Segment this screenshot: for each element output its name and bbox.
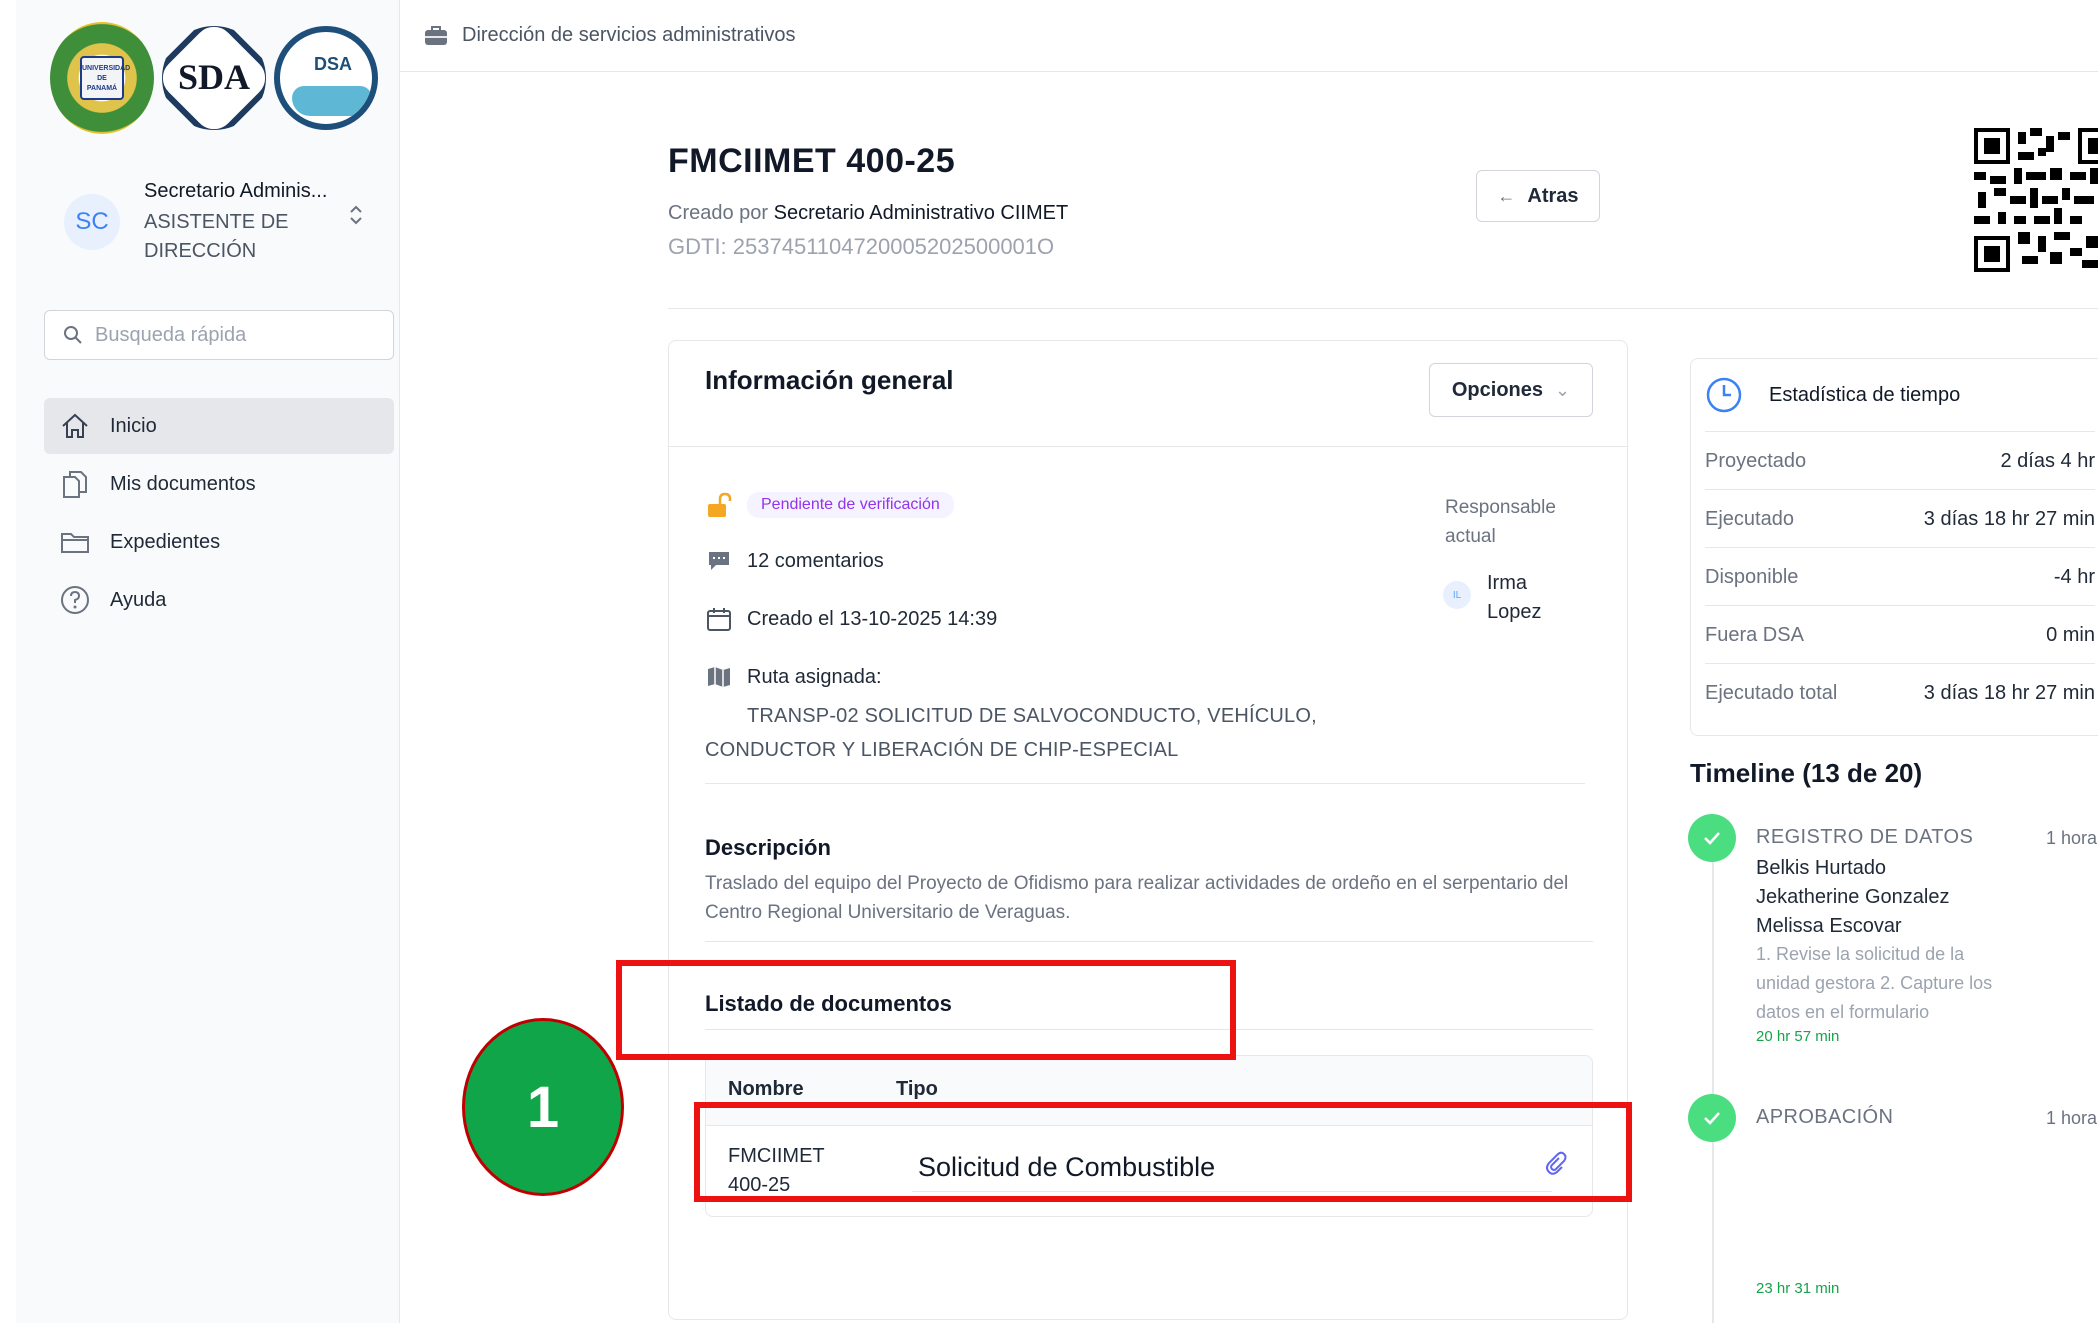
unlock-icon xyxy=(705,491,733,519)
stats-title: Estadística de tiempo xyxy=(1769,383,1961,406)
route-label: Ruta asignada: xyxy=(747,665,882,688)
column-header-tipo: Tipo xyxy=(896,1078,938,1100)
status-badge: Pendiente de verificación xyxy=(747,492,954,518)
check-icon xyxy=(1688,1094,1736,1142)
time-stats-card: Estadística de tiempo Proyectado 2 días 4… xyxy=(1690,358,2098,736)
responsible-label: Responsable actual xyxy=(1445,497,1556,547)
quick-search[interactable] xyxy=(44,310,394,360)
timeline-line xyxy=(1712,850,1714,1323)
sidebar: UNIVERSIDAD DE PANAMÁ SDA DSA SC Secreta… xyxy=(16,0,400,1323)
divider xyxy=(705,783,1585,784)
dsa-logo: DSA xyxy=(274,26,378,130)
topbar: Dirección de servicios administrativos xyxy=(400,0,2098,72)
timeline-step-people: Belkis Hurtado Jekatherine Gonzalez Meli… xyxy=(1756,857,1950,937)
back-button[interactable]: ← Atras xyxy=(1476,170,1600,222)
search-input[interactable] xyxy=(95,323,375,347)
university-logo-text: UNIVERSIDAD DE PANAMÁ xyxy=(80,56,130,100)
chevron-down-icon: ⌄ xyxy=(1555,379,1571,400)
divider xyxy=(705,941,1593,942)
qr-code xyxy=(1974,128,2098,276)
card-title: Información general xyxy=(705,365,954,395)
stat-row: Ejecutado 3 días 18 hr 27 min xyxy=(1705,489,2095,547)
timeline-title: Timeline (13 de 20) xyxy=(1690,758,1923,788)
arrow-left-icon: ← xyxy=(1497,185,1516,206)
map-icon xyxy=(705,663,733,691)
route-row: Ruta asignada: xyxy=(705,663,882,691)
help-icon xyxy=(58,583,92,617)
stats-header: Estadística de tiempo xyxy=(1691,359,2098,431)
clock-icon xyxy=(1706,377,1742,413)
sidebar-nav: Inicio Mis documentos Expedientes Ayuda xyxy=(44,398,394,630)
timeline-step-time: 1 hora xyxy=(2046,828,2098,848)
user-switcher[interactable]: SC Secretario Adminis... ASISTENTE DE DI… xyxy=(44,176,396,268)
sidebar-item-label: Expedientes xyxy=(110,530,221,553)
status-row: Pendiente de verificación xyxy=(705,491,954,519)
breadcrumb[interactable]: Dirección de servicios administrativos xyxy=(462,24,795,47)
sidebar-item-inicio[interactable]: Inicio xyxy=(44,398,394,454)
timeline-step-duration: 20 hr 57 min xyxy=(1756,1028,1840,1045)
created-by: Creado por Secretario Administrativo CII… xyxy=(668,202,1069,224)
sidebar-item-label: Inicio xyxy=(110,414,157,437)
column-header-nombre: Nombre xyxy=(728,1078,804,1100)
created-date: Creado el 13-10-2025 14:39 xyxy=(747,607,998,630)
sda-logo: SDA xyxy=(162,26,266,130)
comment-icon xyxy=(705,547,733,575)
annotation-highlight-document-row xyxy=(694,1102,1632,1202)
card-header: Información general Opciones ⌄ xyxy=(669,341,1627,447)
annotation-step-number: 1 xyxy=(462,1018,624,1196)
created-by-name: Secretario Administrativo CIIMET xyxy=(773,202,1069,224)
home-icon xyxy=(58,409,92,443)
comments-row[interactable]: 12 comentarios xyxy=(705,547,884,575)
timeline-step-name: APROBACIÓN xyxy=(1756,1106,1894,1128)
sidebar-item-ayuda[interactable]: Ayuda xyxy=(44,572,394,628)
logos: UNIVERSIDAD DE PANAMÁ SDA DSA xyxy=(50,22,378,134)
avatar: SC xyxy=(64,194,120,250)
sda-logo-text: SDA xyxy=(177,57,251,97)
description-text: Traslado del equipo del Proyecto de Ofid… xyxy=(705,873,1569,923)
search-icon xyxy=(64,326,82,344)
documents-icon xyxy=(58,467,92,501)
stat-row: Ejecutado total 3 días 18 hr 27 min xyxy=(1705,663,2095,721)
sidebar-item-expedientes[interactable]: Expedientes xyxy=(44,514,394,570)
timeline-step-duration: 23 hr 31 min xyxy=(1756,1280,1840,1297)
sidebar-item-label: Ayuda xyxy=(110,588,167,611)
stat-row: Proyectado 2 días 4 hr xyxy=(1705,431,2095,489)
stat-row: Fuera DSA 0 min xyxy=(1705,605,2095,663)
user-name: Secretario Adminis... xyxy=(144,180,328,202)
calendar-icon xyxy=(705,605,733,633)
comments-count: 12 comentarios xyxy=(747,549,884,572)
handshake-icon xyxy=(292,86,372,116)
check-icon xyxy=(1688,814,1736,862)
user-role: ASISTENTE DE DIRECCIÓN xyxy=(144,211,289,262)
header-divider xyxy=(668,308,2098,309)
created-row: Creado el 13-10-2025 14:39 xyxy=(705,605,997,633)
page-title: FMCIIMET 400-25 xyxy=(668,142,956,180)
timeline-step-name: REGISTRO DE DATOS xyxy=(1756,826,1974,848)
sidebar-item-label: Mis documentos xyxy=(110,472,256,495)
stat-row: Disponible -4 hr xyxy=(1705,547,2095,605)
responsible-name: Irma Lopez xyxy=(1487,572,1542,623)
description-title: Descripción xyxy=(705,835,831,860)
route-text: TRANSP-02 SOLICITUD DE SALVOCONDUCTO, VE… xyxy=(705,705,1317,761)
chevron-updown-icon xyxy=(348,202,364,234)
responsible-avatar: IL xyxy=(1443,581,1471,609)
timeline-step-time: 1 hora xyxy=(2046,1108,2098,1128)
timeline-step-note: 1. Revise la solicitud de la unidad gest… xyxy=(1756,944,1993,1022)
options-button[interactable]: Opciones ⌄ xyxy=(1429,363,1593,417)
folder-icon xyxy=(58,525,92,559)
dsa-logo-text: DSA xyxy=(314,54,353,74)
university-logo: UNIVERSIDAD DE PANAMÁ xyxy=(50,22,154,134)
sidebar-item-mis-documentos[interactable]: Mis documentos xyxy=(44,456,394,512)
briefcase-icon xyxy=(425,25,447,45)
gdti-code: GDTI: 2537451104720005202500001O xyxy=(668,234,1055,259)
annotation-highlight-list-title xyxy=(616,960,1236,1060)
